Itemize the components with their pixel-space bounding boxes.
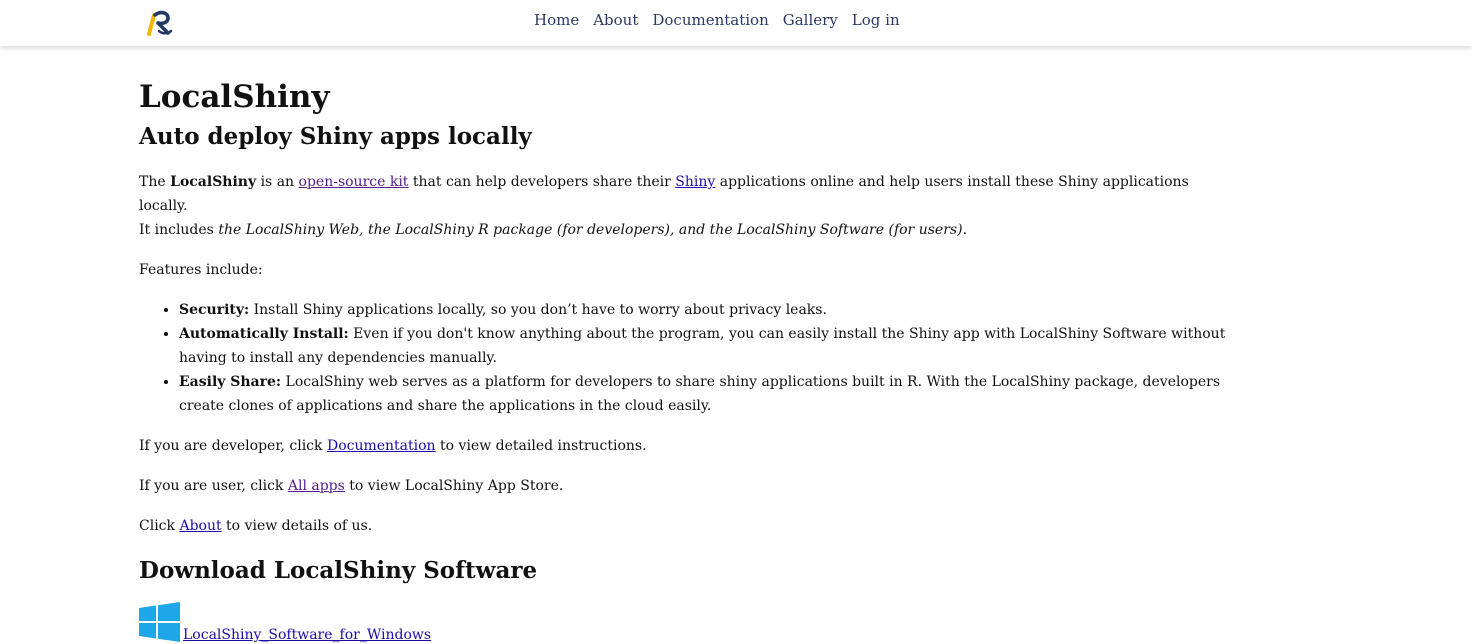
- main-nav: Home About Documentation Gallery Log in: [534, 0, 914, 40]
- about-text: Click: [139, 518, 180, 534]
- nav-gallery-link[interactable]: Gallery: [783, 11, 838, 29]
- features-label: Features include:: [139, 262, 263, 278]
- page-subtitle: Auto deploy Shiny apps locally: [139, 123, 532, 150]
- shiny-link[interactable]: Shiny: [675, 174, 715, 190]
- download-title: Download LocalShiny Software: [139, 557, 538, 584]
- features-list: Security: Install Shiny applications loc…: [139, 298, 1239, 418]
- nav-about-link[interactable]: About: [593, 11, 638, 29]
- developer-text: If you are developer, click: [139, 438, 327, 454]
- user-text: If you are user, click: [139, 478, 288, 494]
- top-navbar: Home About Documentation Gallery Log in: [0, 0, 1472, 46]
- feature-title: Easily Share:: [179, 374, 282, 390]
- intro-text: is an: [256, 174, 299, 190]
- intro-text: that can help developers share their: [408, 174, 676, 190]
- localshiny-logo[interactable]: [146, 9, 174, 37]
- developer-paragraph: If you are developer, click Documentatio…: [139, 434, 1239, 458]
- nav-home-link[interactable]: Home: [534, 11, 579, 29]
- feature-text: Install Shiny applications locally, so y…: [249, 302, 827, 318]
- user-text: to view LocalShiny App Store.: [344, 478, 564, 494]
- intro-emphasis: the LocalShiny Web, the LocalShiny R pac…: [218, 222, 963, 238]
- feature-item: Automatically Install: Even if you don't…: [179, 322, 1239, 370]
- nav-login-link[interactable]: Log in: [852, 11, 900, 29]
- about-text: to view details of us.: [221, 518, 373, 534]
- documentation-link[interactable]: Documentation: [327, 438, 436, 454]
- developer-text: to view detailed instructions.: [435, 438, 647, 454]
- feature-item: Security: Install Shiny applications loc…: [179, 298, 1239, 322]
- nav-documentation-link[interactable]: Documentation: [652, 11, 768, 29]
- intro-text: The: [139, 174, 171, 190]
- feature-title: Automatically Install:: [179, 326, 349, 342]
- main-content: LocalShiny Auto deploy Shiny apps locall…: [139, 76, 1239, 644]
- feature-item: Easily Share: LocalShiny web serves as a…: [179, 370, 1239, 418]
- user-paragraph: If you are user, click All apps to view …: [139, 474, 1239, 498]
- download-windows: LocalShiny_Software_for_Windows: [139, 602, 1239, 644]
- all-apps-link[interactable]: All apps: [288, 478, 345, 494]
- page-title: LocalShiny: [139, 79, 330, 115]
- feature-title: Security:: [179, 302, 250, 318]
- intro-text: It includes: [139, 222, 219, 238]
- intro-text: .: [962, 222, 967, 238]
- feature-text: LocalShiny web serves as a platform for …: [179, 374, 1221, 414]
- about-paragraph: Click About to view details of us.: [139, 514, 1239, 538]
- intro-paragraph: The LocalShiny is an open-source kit tha…: [139, 170, 1239, 242]
- windows-icon[interactable]: [139, 602, 181, 642]
- windows-download-link[interactable]: LocalShiny_Software_for_Windows: [183, 626, 431, 644]
- open-source-kit-link[interactable]: open-source kit: [299, 174, 409, 190]
- intro-strong: LocalShiny: [170, 174, 257, 190]
- about-link[interactable]: About: [179, 518, 221, 534]
